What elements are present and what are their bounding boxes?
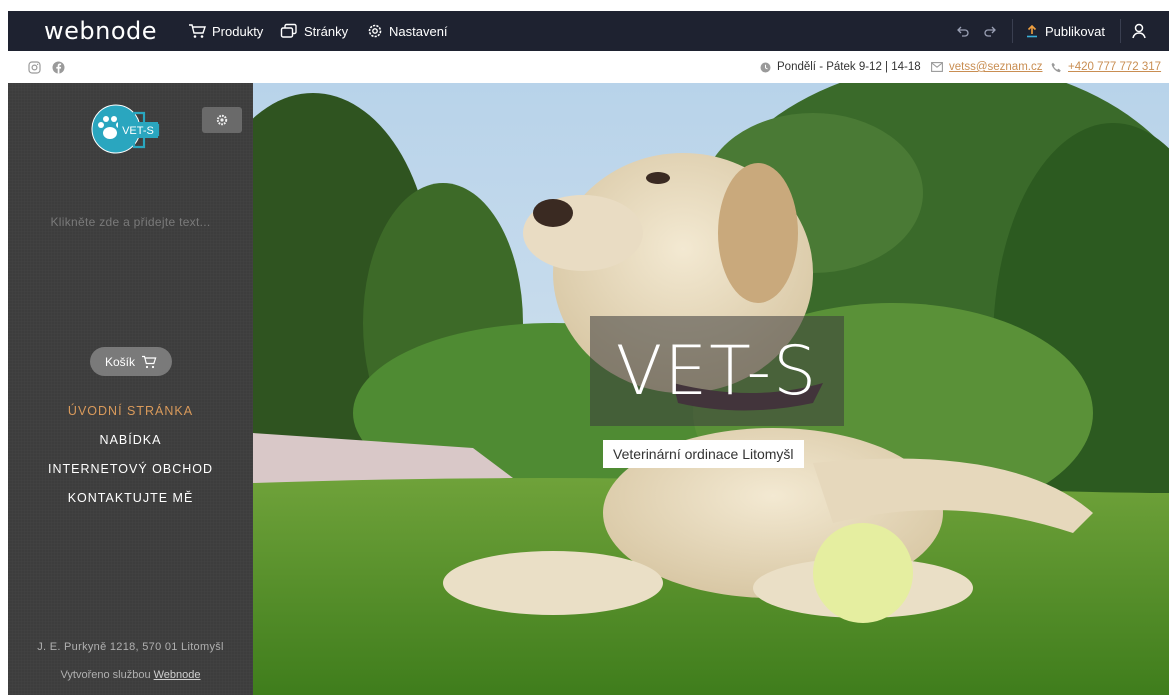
facebook-icon — [52, 61, 65, 73]
cart-icon — [142, 355, 157, 368]
hero-title[interactable]: VET-S — [616, 332, 818, 411]
phone-icon — [1051, 62, 1061, 72]
email-text[interactable]: vetss@seznam.cz — [949, 61, 1042, 73]
address-text: J. E. Purkyně 1218, 570 01 Litomyšl — [37, 641, 224, 653]
email-link[interactable]: vetss@seznam.cz — [931, 51, 1042, 83]
menu-item-home[interactable]: ÚVODNÍ STRÁNKA — [8, 397, 253, 426]
gear-icon — [368, 24, 382, 38]
menu-item-eshop[interactable]: INTERNETOVÝ OBCHOD — [8, 455, 253, 484]
opening-hours-text: Pondělí - Pátek 9-12 | 14-18 — [777, 61, 921, 73]
site-logo-text: VET-S — [122, 125, 154, 137]
cart-icon — [189, 24, 206, 38]
logo-settings-button[interactable] — [202, 107, 242, 133]
user-icon — [1132, 23, 1146, 39]
undo-icon — [957, 26, 969, 37]
undo-button[interactable] — [956, 11, 976, 51]
account-button[interactable] — [1132, 11, 1152, 51]
gear-icon — [216, 114, 228, 126]
instagram-link[interactable] — [28, 51, 47, 83]
made-by-prefix: Vytvořeno službou — [60, 669, 151, 681]
nav-pages-label: Stránky — [304, 23, 349, 39]
hero-section: VET-S Veterinární ordinace Litomyšl — [253, 83, 1169, 695]
webnode-logo[interactable]: webnode — [44, 17, 157, 45]
upload-icon — [1027, 24, 1037, 38]
redo-button[interactable] — [983, 11, 1003, 51]
facebook-link[interactable] — [52, 51, 71, 83]
mail-icon — [931, 62, 943, 72]
pages-icon — [280, 23, 297, 38]
cart-label: Košík — [104, 354, 135, 369]
nav-settings-button[interactable]: Nastavení — [367, 11, 448, 51]
nav-products-button[interactable]: Produkty — [188, 11, 263, 51]
hero-subtitle[interactable]: Veterinární ordinace Litomyšl — [603, 440, 804, 468]
toolbar-divider — [1012, 19, 1013, 43]
publish-label: Publikovat — [1045, 23, 1105, 39]
made-by-footer: Vytvořeno službou Webnode — [8, 669, 253, 681]
hero-title-box: VET-S — [590, 316, 844, 426]
site-logo[interactable]: VET-S — [90, 101, 170, 162]
menu-item-contact[interactable]: KONTAKTUJTE MĚ — [8, 484, 253, 513]
redo-icon — [984, 26, 996, 37]
nav-pages-button[interactable]: Stránky — [280, 11, 348, 51]
phone-link[interactable]: +420 777 772 317 — [1051, 51, 1161, 83]
webnode-link[interactable]: Webnode — [154, 669, 201, 681]
site-sidebar: VET-S Klikněte zde a přidejte text... Ko… — [8, 83, 253, 695]
editor-toolbar: webnode Produkty Stránky Nastavení Publi… — [8, 11, 1169, 51]
instagram-icon — [28, 60, 41, 74]
contact-info-bar: Pondělí - Pátek 9-12 | 14-18 vetss@sezna… — [8, 51, 1169, 83]
add-text-placeholder[interactable]: Klikněte zde a přidejte text... — [8, 215, 253, 229]
toolbar-divider — [1120, 19, 1121, 43]
menu-item-offer[interactable]: NABÍDKA — [8, 426, 253, 455]
nav-settings-label: Nastavení — [389, 23, 448, 39]
opening-hours: Pondělí - Pátek 9-12 | 14-18 — [760, 51, 921, 83]
main-menu: ÚVODNÍ STRÁNKA NABÍDKA INTERNETOVÝ OBCHO… — [8, 397, 253, 513]
cart-button[interactable]: Košík — [90, 347, 172, 376]
clock-icon — [760, 62, 771, 72]
publish-button[interactable]: Publikovat — [1025, 11, 1105, 51]
nav-products-label: Produkty — [212, 23, 264, 39]
phone-text[interactable]: +420 777 772 317 — [1068, 61, 1161, 73]
